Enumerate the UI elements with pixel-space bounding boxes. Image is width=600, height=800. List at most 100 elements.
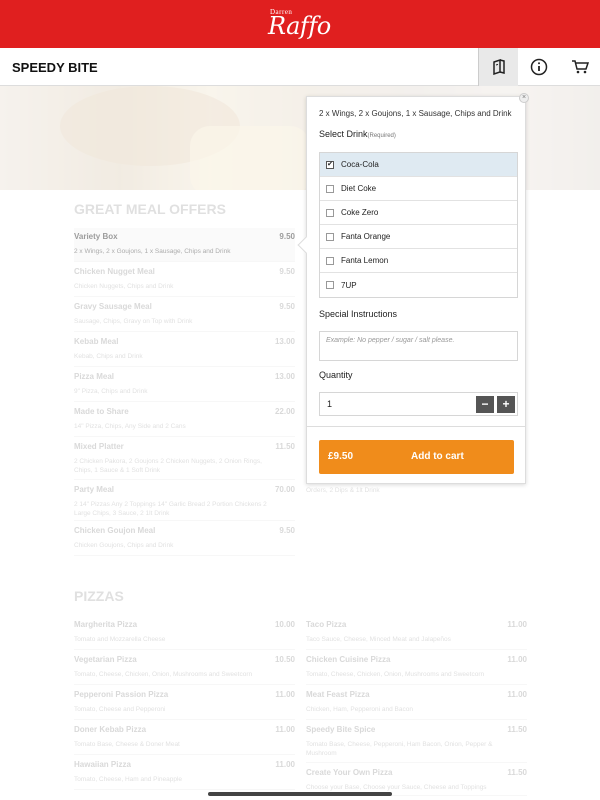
menu-item-gravy-sausage-meal[interactable]: Gravy Sausage Meal 9.50 Sausage, Chips, … (74, 298, 295, 332)
menu-item-vegetarian-pizza[interactable]: Vegetarian Pizza 10.50 Tomato, Cheese, C… (74, 651, 295, 685)
menu-item-desc: Tomato, Cheese, Chicken, Onion, Mushroom… (74, 671, 253, 678)
menu-item-name: Vegetarian Pizza (74, 655, 137, 664)
checkbox-icon[interactable] (326, 281, 334, 289)
menu-item-name: Speedy Bite Spice (306, 725, 376, 734)
menu-item-hawaiian-pizza[interactable]: Hawaiian Pizza 11.00 Tomato, Cheese, Ham… (74, 756, 295, 790)
menu-item-chicken-cuisine-pizza[interactable]: Chicken Cuisine Pizza 11.00 Tomato, Chee… (306, 651, 527, 685)
menu-item-name: Mixed Platter (74, 442, 124, 451)
menu-item-desc: 2 14" Pizzas Any 2 Toppings 14" Garlic B… (74, 501, 267, 517)
drink-options-list: ✔ Coca-Cola Diet Coke Coke Zero Fanta Or… (319, 152, 518, 298)
checkbox-icon[interactable] (326, 208, 334, 217)
add-to-cart-button[interactable]: £9.50 Add to cart (319, 440, 514, 474)
info-button[interactable] (519, 48, 559, 86)
brand-bar: Darren Raffo (0, 0, 600, 48)
menu-item-mixed-platter[interactable]: Mixed Platter 11.50 2 Chicken Pakora, 2 … (74, 438, 295, 480)
menu-item-price: 13.00 (274, 337, 295, 346)
popup-footer: £9.50 Add to cart (307, 426, 525, 484)
menu-item-desc: 14" Pizza, Chips, Any Side and 2 Cans (74, 423, 186, 430)
menu-item-price: 10.50 (274, 655, 295, 664)
menu-item-name: Party Meal (74, 485, 115, 494)
menu-item-made-to-share[interactable]: Made to Share 22.00 14" Pizza, Chips, An… (74, 403, 295, 437)
menu-item-desc: Chicken Goujons, Chips and Drink (74, 542, 174, 549)
menu-item-chicken-nugget-meal[interactable]: Chicken Nugget Meal 9.50 Chicken Nuggets… (74, 263, 295, 297)
brand-logo-name: Raffo (268, 12, 331, 40)
menu-item-price: 9.50 (279, 232, 295, 241)
menu-item-price: 11.50 (507, 768, 527, 777)
quantity-decrement-button[interactable]: − (476, 396, 494, 413)
menu-item-desc: Sausage, Chips, Gravy on Top with Drink (74, 318, 193, 325)
quantity-increment-button[interactable]: + (497, 396, 515, 413)
popup-arrow (297, 236, 315, 254)
menu-item-name: Doner Kebab Pizza (74, 725, 147, 734)
menu-item-party-meal[interactable]: Party Meal 70.00 2 14" Pizzas Any 2 Topp… (74, 481, 295, 521)
menu-item-price: 11.50 (275, 442, 295, 451)
menu-item-desc: Tomato, Cheese, Ham and Pineapple (74, 776, 183, 783)
menu-item-name: Gravy Sausage Meal (74, 302, 152, 311)
menu-item-margherita-pizza[interactable]: Margherita Pizza 10.00 Tomato and Mozzar… (74, 616, 295, 650)
menu-item-price: 13.00 (274, 372, 295, 381)
quantity-input[interactable] (320, 393, 470, 415)
menu-item-desc: Chicken, Ham, Pepperoni and Bacon (306, 706, 413, 713)
drink-option-fanta-orange[interactable]: Fanta Orange (320, 225, 517, 249)
menu-item-doner-kebab-pizza[interactable]: Doner Kebab Pizza 11.00 Tomato Base, Che… (74, 721, 295, 755)
menu-item-taco-pizza[interactable]: Taco Pizza 11.00 Taco Sauce, Cheese, Min… (306, 616, 527, 650)
menu-item-speedy-bite-spice[interactable]: Speedy Bite Spice 11.50 Tomato Base, Che… (306, 721, 527, 763)
drink-option-coca-cola[interactable]: ✔ Coca-Cola (320, 153, 517, 177)
drink-option-coke-zero[interactable]: Coke Zero (320, 201, 517, 225)
menu-item-desc: 9" Pizza, Chips and Drink (74, 388, 148, 395)
menu-item-kebab-meal[interactable]: Kebab Meal 13.00 Kebab, Chips and Drink (74, 333, 295, 367)
checkbox-icon[interactable] (326, 256, 334, 265)
menu-item-name: Taco Pizza (306, 620, 347, 629)
checkbox-icon[interactable] (326, 232, 334, 241)
info-icon (530, 58, 548, 76)
menu-item-desc: 2 x Wings, 2 x Goujons, 1 x Sausage, Chi… (74, 248, 231, 255)
menu-item-price: 11.00 (507, 620, 527, 629)
cart-icon (572, 60, 589, 74)
drink-option-label: Coca-Cola (341, 160, 379, 169)
menu-item-price: 11.50 (507, 725, 527, 734)
special-instructions-label: Special Instructions (319, 309, 398, 319)
add-to-cart-total: £9.50 (328, 451, 354, 462)
select-drink-label: Select Drink(Required) (319, 129, 396, 139)
menu-item-pepperoni-passion-pizza[interactable]: Pepperoni Passion Pizza 11.00 Tomato, Ch… (74, 686, 295, 720)
menu-item-meat-feast-pizza[interactable]: Meat Feast Pizza 11.00 Chicken, Ham, Pep… (306, 686, 527, 720)
menu-book-icon (492, 59, 505, 75)
checkbox-icon[interactable] (326, 184, 334, 193)
section-title-meal-offers: GREAT MEAL OFFERS (74, 201, 226, 217)
menu-item-desc: 2 Chicken Pakora, 2 Goujons 2 Chicken Nu… (74, 458, 262, 474)
menu-item-price: 22.00 (274, 407, 295, 416)
menu-item-name: Chicken Goujon Meal (74, 526, 156, 535)
menu-item-price: 10.00 (274, 620, 295, 629)
menu-item-desc: Taco Sauce, Cheese, Minced Meat and Jala… (306, 636, 451, 643)
brand-logo[interactable]: Darren Raffo (262, 8, 338, 44)
drink-option-label: Fanta Lemon (341, 256, 389, 265)
menu-item-price: 11.00 (275, 760, 295, 769)
add-to-cart-label: Add to cart (411, 451, 464, 462)
checkbox-checked-icon[interactable]: ✔ (326, 160, 334, 169)
menu-item-name: Pizza Meal (74, 372, 115, 381)
menu-button[interactable] (478, 48, 518, 86)
menu-item-price: 70.00 (274, 485, 295, 494)
menu-item-variety-box[interactable]: Variety Box 9.50 2 x Wings, 2 x Goujons,… (74, 228, 295, 262)
menu-item-price: 11.00 (275, 690, 295, 699)
menu-item-price: 9.50 (279, 302, 295, 311)
menu-item-name: Variety Box (74, 232, 118, 241)
menu-item-name: Chicken Nugget Meal (74, 267, 155, 276)
menu-item-pizza-meal[interactable]: Pizza Meal 13.00 9" Pizza, Chips and Dri… (74, 368, 295, 402)
menu-item-name: Made to Share (74, 407, 129, 416)
menu-item-name: Margherita Pizza (74, 620, 138, 629)
cart-button[interactable] (560, 48, 600, 86)
required-tag: (Required) (367, 133, 396, 139)
drink-option-7up[interactable]: 7UP (320, 273, 517, 297)
menu-item-desc: Tomato Base, Cheese, Pepperoni, Ham Baco… (306, 741, 493, 757)
menu-item-desc: Tomato, Cheese and Pepperoni (74, 706, 166, 713)
close-icon[interactable]: × (519, 93, 529, 103)
menu-item-desc: Chicken Nuggets, Chips and Drink (74, 283, 174, 290)
item-options-popup: × 2 x Wings, 2 x Goujons, 1 x Sausage, C… (297, 93, 529, 484)
home-indicator[interactable] (208, 792, 392, 796)
drink-option-diet-coke[interactable]: Diet Coke (320, 177, 517, 201)
special-instructions-input[interactable] (319, 331, 518, 361)
drink-option-fanta-lemon[interactable]: Fanta Lemon (320, 249, 517, 273)
menu-item-chicken-goujon-meal[interactable]: Chicken Goujon Meal 9.50 Chicken Goujons… (74, 522, 295, 556)
popup-item-description: 2 x Wings, 2 x Goujons, 1 x Sausage, Chi… (319, 109, 512, 118)
